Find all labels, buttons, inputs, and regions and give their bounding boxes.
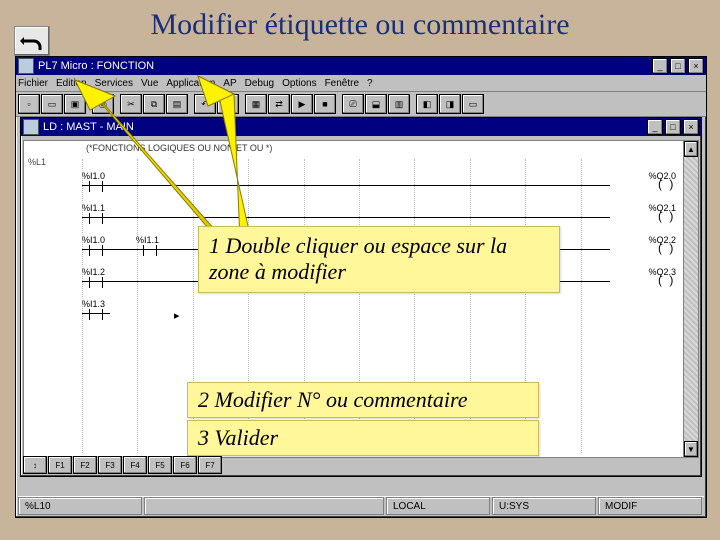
contact[interactable] [82,249,110,266]
app-icon [18,58,34,74]
config-icon[interactable]: ▦ [245,94,267,114]
wire [110,217,610,218]
slide: Modifier étiquette ou commentaire PL7 Mi… [0,0,720,540]
status-bar: %L10 LOCAL U:SYS MODIF [18,496,704,515]
menu-item[interactable]: ? [367,78,373,89]
palette-button[interactable]: F4 [123,456,147,474]
contact[interactable] [82,185,110,202]
status-cell: MODIF [598,497,702,515]
contact[interactable] [82,281,110,298]
transfer-icon[interactable]: ⇄ [268,94,290,114]
palette-button[interactable]: F7 [198,456,222,474]
rung-label[interactable]: %L1 [28,157,46,167]
app-title: PL7 Micro : FONCTION [38,60,154,72]
menubar[interactable]: Fichier Edition Services Vue Application… [16,75,706,92]
stop-icon[interactable]: ■ [314,94,336,114]
palette-button[interactable]: F2 [73,456,97,474]
contact-label[interactable]: %I1.1 [82,203,105,213]
minimize-button[interactable]: _ [647,119,663,135]
status-cell [144,497,384,515]
close-button[interactable]: × [688,58,704,74]
rung-comment[interactable]: (*FONCTIONS LOGIQUES OU NON ET OU *) [86,143,272,153]
cut-icon[interactable]: ✂ [120,94,142,114]
wire [110,249,136,250]
page-title: Modifier étiquette ou commentaire [0,8,720,42]
callout-1: 1 Double cliquer ou espace sur la zone à… [198,226,560,293]
palette-button[interactable]: F3 [98,456,122,474]
coil[interactable] [658,245,678,259]
contact[interactable] [82,313,110,330]
palette-button[interactable]: F6 [173,456,197,474]
palette-button[interactable]: F5 [148,456,172,474]
menu-item[interactable]: Vue [141,78,158,89]
menu-item[interactable]: Application [166,78,215,89]
toolbar: ▫ ▭ ▣ ⎙ ✂ ⧉ ▤ ↶ ↷ ▦ ⇄ ▶ ■ ⎚ ⬓ ▥ ◧ ◨ ▭ [16,92,706,117]
print-icon[interactable]: ⎙ [92,94,114,114]
tool-icon[interactable]: ◨ [439,94,461,114]
close-button[interactable]: × [683,119,699,135]
editor-icon [23,119,39,135]
minimize-button[interactable]: _ [652,58,668,74]
tool-icon[interactable]: ▭ [462,94,484,114]
callout-2: 2 Modifier N° ou commentaire [187,382,539,418]
contact-label[interactable]: %I1.0 [82,171,105,181]
status-cell: U:SYS [492,497,596,515]
editor-title: LD : MAST - MAIN [43,121,134,133]
undo-icon[interactable]: ↶ [194,94,216,114]
menu-item[interactable]: Services [95,78,133,89]
tool-icon[interactable]: ◧ [416,94,438,114]
contact[interactable] [136,249,164,266]
maximize-button[interactable]: □ [665,119,681,135]
menu-item[interactable]: AP [223,78,236,89]
run-icon[interactable]: ▶ [291,94,313,114]
copy-icon[interactable]: ⧉ [143,94,165,114]
menu-item[interactable]: Debug [245,78,274,89]
menu-item[interactable]: Options [282,78,316,89]
scroll-track[interactable] [684,157,698,441]
editor-titlebar: LD : MAST - MAIN _ □ × [21,118,701,136]
contact-label[interactable]: %I1.2 [82,267,105,277]
redo-icon[interactable]: ↷ [217,94,239,114]
contact-label[interactable]: %I1.0 [82,235,105,245]
new-icon[interactable]: ▫ [18,94,40,114]
wire [110,185,610,186]
app-titlebar: PL7 Micro : FONCTION _ □ × [16,57,706,75]
status-cell: %L10 [18,497,142,515]
menu-item[interactable]: Fichier [18,78,48,89]
menu-item[interactable]: Fenêtre [325,78,359,89]
coil[interactable] [658,181,678,195]
scroll-down-icon[interactable]: ▼ [684,441,698,457]
open-icon[interactable]: ▭ [41,94,63,114]
coil[interactable] [658,277,678,291]
contact[interactable] [82,217,110,234]
paste-icon[interactable]: ▤ [166,94,188,114]
contact-label[interactable]: %I1.3 [82,299,105,309]
maximize-button[interactable]: □ [670,58,686,74]
ladder-palette: ↕ F1 F2 F3 F4 F5 F6 F7 [23,456,222,474]
palette-button[interactable]: F1 [48,456,72,474]
coil[interactable] [658,213,678,227]
scrollbar[interactable]: ▲ ▼ [683,140,699,458]
scroll-up-icon[interactable]: ▲ [684,141,698,157]
contact-label[interactable]: %I1.1 [136,235,159,245]
tool-icon[interactable]: ⬓ [365,94,387,114]
tool-icon[interactable]: ⎚ [342,94,364,114]
tool-icon[interactable]: ▥ [388,94,410,114]
cursor-icon: ▸ [174,309,180,322]
menu-item[interactable]: Edition [56,78,87,89]
callout-3: 3 Valider [187,420,539,456]
status-cell: LOCAL [386,497,490,515]
palette-button[interactable]: ↕ [23,456,47,474]
save-icon[interactable]: ▣ [64,94,86,114]
